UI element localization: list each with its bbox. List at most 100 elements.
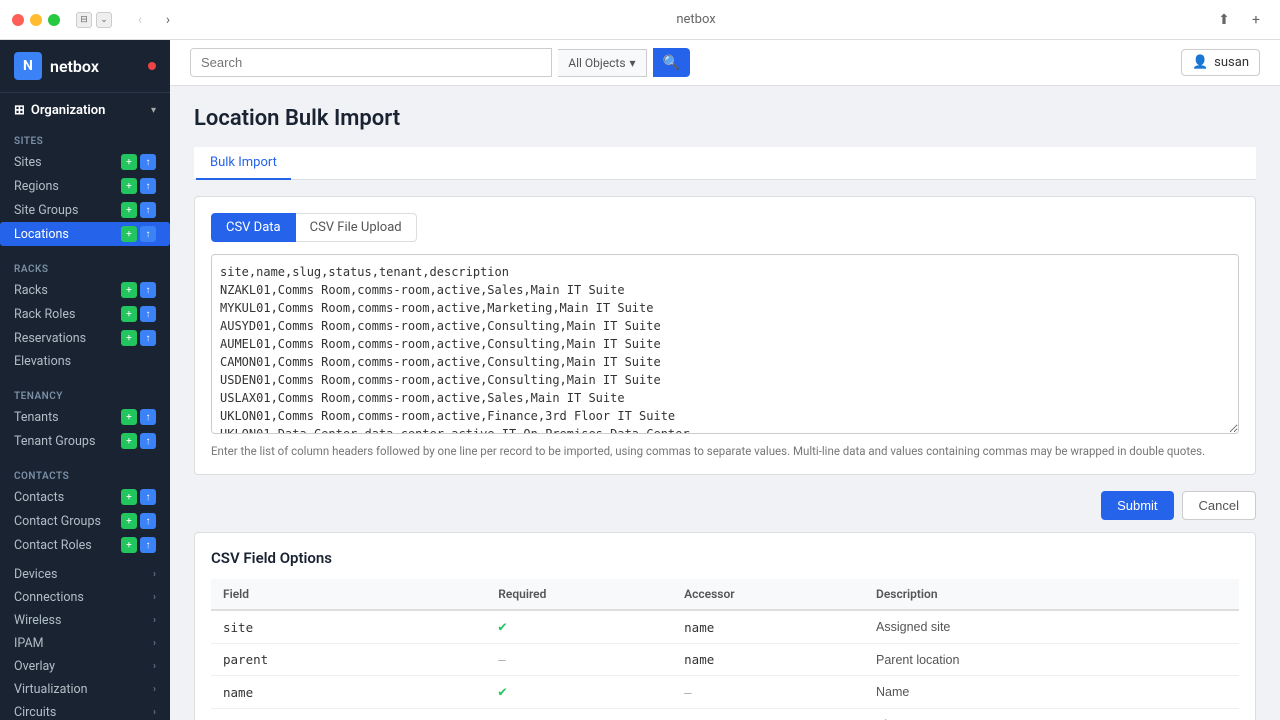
locations-import-btn[interactable]: ↑ bbox=[140, 226, 156, 242]
search-input[interactable] bbox=[191, 49, 551, 76]
contacts-import-btn[interactable]: ↑ bbox=[140, 489, 156, 505]
search-filter-dropdown[interactable]: All Objects ▾ bbox=[558, 49, 646, 77]
field-accessor: — bbox=[672, 676, 864, 709]
sites-add-btn[interactable]: + bbox=[121, 154, 137, 170]
submit-button[interactable]: Submit bbox=[1101, 491, 1173, 520]
csv-tab-data[interactable]: CSV Data bbox=[211, 213, 296, 242]
rack-roles-import-btn[interactable]: ↑ bbox=[140, 306, 156, 322]
table-row: parent—nameParent location bbox=[211, 644, 1239, 676]
table-row: site✔nameAssigned site bbox=[211, 610, 1239, 644]
locations-add-btn[interactable]: + bbox=[121, 226, 137, 242]
sidebar-group-circuits[interactable]: Circuits › bbox=[0, 701, 170, 720]
tenant-groups-add-btn[interactable]: + bbox=[121, 433, 137, 449]
sidebar-group-wireless[interactable]: Wireless › bbox=[0, 609, 170, 632]
csv-data-textarea[interactable] bbox=[211, 254, 1239, 434]
add-tab-icon[interactable]: + bbox=[1244, 8, 1268, 32]
contacts-add-btn[interactable]: + bbox=[121, 489, 137, 505]
sidebar-item-site-groups[interactable]: Site Groups + ↑ bbox=[0, 198, 170, 222]
tenancy-section-title: TENANCY bbox=[0, 385, 170, 405]
org-section-header[interactable]: ⊞ Organization ▾ bbox=[0, 93, 170, 124]
search-button[interactable]: 🔍 bbox=[653, 48, 690, 77]
navbar: All Objects ▾ 🔍 👤 susan bbox=[170, 40, 1280, 86]
wireless-arrow-icon: › bbox=[153, 615, 156, 626]
filter-chevron-icon: ▾ bbox=[630, 56, 636, 70]
field-accessor: — bbox=[672, 709, 864, 720]
sidebar-item-contacts[interactable]: Contacts + ↑ bbox=[0, 485, 170, 509]
nav-buttons: ‹ › bbox=[128, 8, 180, 32]
topbar: ⊟ ⌄ ‹ › netbox ⬆ + bbox=[0, 0, 1280, 40]
racks-section: RACKS Racks + ↑ Rack Roles + ↑ Reservati… bbox=[0, 252, 170, 379]
sidebar-item-racks[interactable]: Racks + ↑ bbox=[0, 278, 170, 302]
sidebar-item-locations[interactable]: Locations + ↑ bbox=[0, 222, 170, 246]
forward-button[interactable]: › bbox=[156, 8, 180, 32]
contact-roles-add-btn[interactable]: + bbox=[121, 537, 137, 553]
sidebar-toggle[interactable]: ⊟ bbox=[76, 12, 92, 28]
page-content: Location Bulk Import Bulk Import CSV Dat… bbox=[170, 86, 1280, 720]
sidebar-logo: N netbox bbox=[0, 40, 170, 93]
logo-icon: N bbox=[14, 52, 42, 80]
sites-import-btn[interactable]: ↑ bbox=[140, 154, 156, 170]
site-groups-add-btn[interactable]: + bbox=[121, 202, 137, 218]
window-menu[interactable]: ⌄ bbox=[96, 12, 112, 28]
back-button[interactable]: ‹ bbox=[128, 8, 152, 32]
contact-groups-import-btn[interactable]: ↑ bbox=[140, 513, 156, 529]
sites-section-title: SITES bbox=[0, 130, 170, 150]
field-required: — bbox=[486, 644, 672, 676]
sidebar-item-elevations[interactable]: Elevations bbox=[0, 350, 170, 373]
field-required: ✔ bbox=[486, 610, 672, 644]
sidebar-item-contact-groups[interactable]: Contact Groups + ↑ bbox=[0, 509, 170, 533]
tenant-groups-import-btn[interactable]: ↑ bbox=[140, 433, 156, 449]
sidebar-item-rack-roles[interactable]: Rack Roles + ↑ bbox=[0, 302, 170, 326]
share-icon[interactable]: ⬆ bbox=[1212, 8, 1236, 32]
form-actions: Submit Cancel bbox=[194, 491, 1256, 520]
field-required: ✔ bbox=[486, 709, 672, 720]
regions-import-btn[interactable]: ↑ bbox=[140, 178, 156, 194]
field-description: Name bbox=[864, 676, 1239, 709]
maximize-button[interactable] bbox=[48, 14, 60, 26]
tenants-import-btn[interactable]: ↑ bbox=[140, 409, 156, 425]
sidebar-item-tenant-groups[interactable]: Tenant Groups + ↑ bbox=[0, 429, 170, 453]
sidebar-group-virtualization[interactable]: Virtualization › bbox=[0, 678, 170, 701]
csv-tab-upload[interactable]: CSV File Upload bbox=[296, 213, 417, 242]
reservations-import-btn[interactable]: ↑ bbox=[140, 330, 156, 346]
user-menu-button[interactable]: 👤 susan bbox=[1181, 49, 1260, 76]
field-name: parent bbox=[211, 644, 486, 676]
window-controls: ⊟ ⌄ bbox=[76, 12, 112, 28]
field-accessor: name bbox=[672, 644, 864, 676]
user-icon: 👤 bbox=[1192, 55, 1208, 70]
field-description: Assigned site bbox=[864, 610, 1239, 644]
sidebar-group-connections[interactable]: Connections › bbox=[0, 586, 170, 609]
field-description: Slug bbox=[864, 709, 1239, 720]
cancel-button[interactable]: Cancel bbox=[1182, 491, 1256, 520]
rack-roles-add-btn[interactable]: + bbox=[121, 306, 137, 322]
minimize-button[interactable] bbox=[30, 14, 42, 26]
contact-roles-import-btn[interactable]: ↑ bbox=[140, 537, 156, 553]
sites-section: SITES Sites + ↑ Regions + ↑ Site Groups … bbox=[0, 124, 170, 252]
regions-add-btn[interactable]: + bbox=[121, 178, 137, 194]
org-chevron-icon: ▾ bbox=[151, 105, 156, 116]
topbar-right: ⬆ + bbox=[1212, 8, 1268, 32]
connections-arrow-icon: › bbox=[153, 592, 156, 603]
main-layout: N netbox ⊞ Organization ▾ SITES Sites + … bbox=[0, 40, 1280, 720]
sidebar-item-regions[interactable]: Regions + ↑ bbox=[0, 174, 170, 198]
site-groups-import-btn[interactable]: ↑ bbox=[140, 202, 156, 218]
field-required: ✔ bbox=[486, 676, 672, 709]
sidebar-group-devices[interactable]: Devices › bbox=[0, 563, 170, 586]
sidebar-item-sites[interactable]: Sites + ↑ bbox=[0, 150, 170, 174]
sidebar-group-ipam[interactable]: IPAM › bbox=[0, 632, 170, 655]
reservations-add-btn[interactable]: + bbox=[121, 330, 137, 346]
racks-add-btn[interactable]: + bbox=[121, 282, 137, 298]
close-button[interactable] bbox=[12, 14, 24, 26]
racks-import-btn[interactable]: ↑ bbox=[140, 282, 156, 298]
table-row: name✔—Name bbox=[211, 676, 1239, 709]
sidebar-item-tenants[interactable]: Tenants + ↑ bbox=[0, 405, 170, 429]
sidebar-group-overlay[interactable]: Overlay › bbox=[0, 655, 170, 678]
sidebar-item-reservations[interactable]: Reservations + ↑ bbox=[0, 326, 170, 350]
sidebar-item-contact-roles[interactable]: Contact Roles + ↑ bbox=[0, 533, 170, 557]
topbar-center: netbox bbox=[188, 12, 1204, 27]
field-name: name bbox=[211, 676, 486, 709]
sidebar: N netbox ⊞ Organization ▾ SITES Sites + … bbox=[0, 40, 170, 720]
tenants-add-btn[interactable]: + bbox=[121, 409, 137, 425]
contact-groups-add-btn[interactable]: + bbox=[121, 513, 137, 529]
tab-bulk-import[interactable]: Bulk Import bbox=[196, 147, 291, 180]
